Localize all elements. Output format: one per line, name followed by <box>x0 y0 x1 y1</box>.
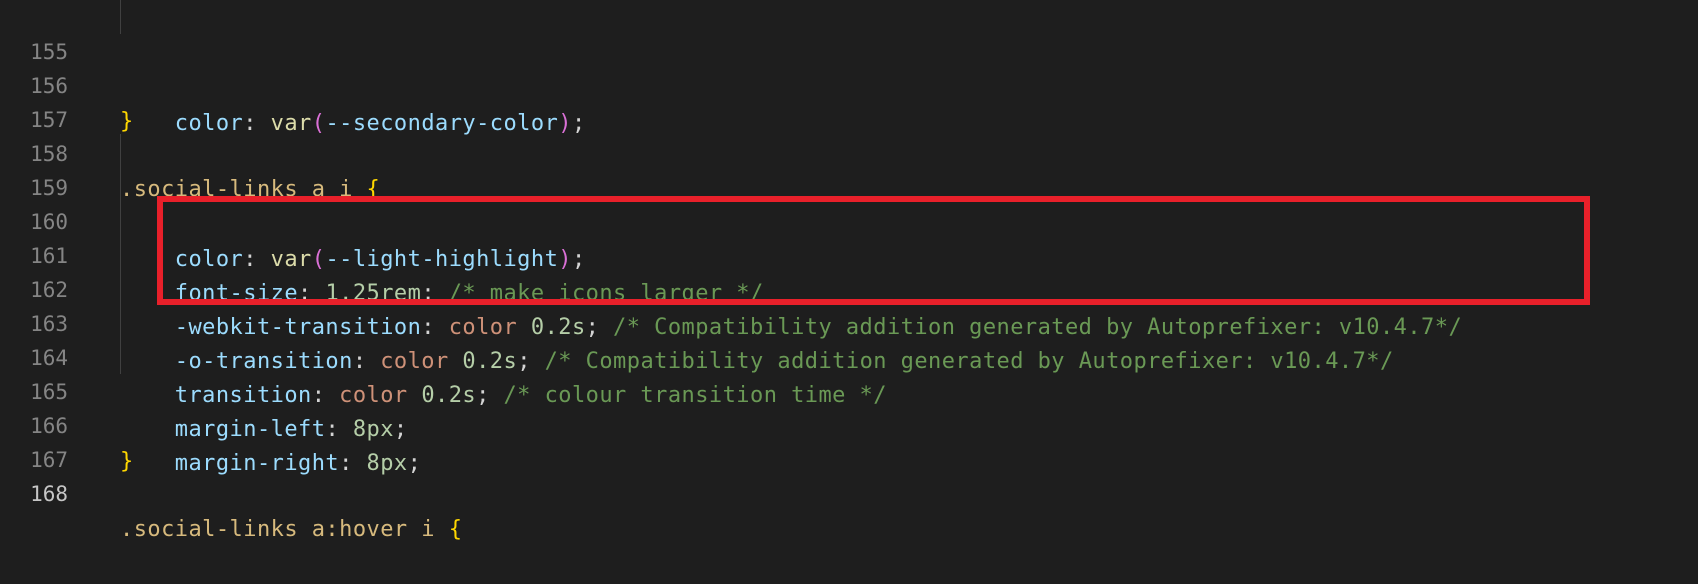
code-line-current[interactable]: 168 .social-links a:hover i { <box>0 440 1698 542</box>
code-line[interactable]: 164 margin-left: 8px; <box>0 304 1698 442</box>
code-editor[interactable]: 155 color: var(--secondary-color); 156 }… <box>0 0 1698 542</box>
indent-guide <box>120 202 121 238</box>
indent-guide <box>120 338 121 374</box>
indent-guide <box>120 270 121 306</box>
annotation-highlight-box <box>157 196 1590 305</box>
indent-guide <box>120 168 121 204</box>
code-line[interactable]: 159 color: var(--light-highlight); <box>0 134 1698 272</box>
line-number: 168 <box>30 482 68 506</box>
indent-guide <box>120 304 121 340</box>
code-line[interactable]: 165 margin-right: 8px; <box>0 338 1698 476</box>
code-line[interactable]: 157 <box>0 66 1698 132</box>
code-line[interactable]: 167 <box>0 406 1698 472</box>
code-line[interactable]: 166 } <box>0 372 1698 474</box>
code-line[interactable]: 158 .social-links a i { <box>0 100 1698 202</box>
indent-guide <box>120 134 121 170</box>
code-text: .social-links a:hover i { <box>120 517 463 542</box>
code-line[interactable]: 155 color: var(--secondary-color); <box>0 0 1698 136</box>
indent-guide <box>120 236 121 272</box>
code-line[interactable]: 156 } <box>0 32 1698 134</box>
indent-guide <box>120 0 121 34</box>
